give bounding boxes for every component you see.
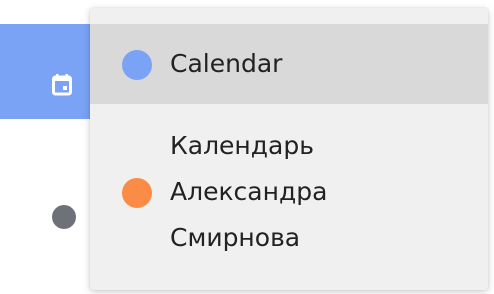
calendar-color-dot — [122, 178, 152, 208]
calendar-icon — [52, 74, 72, 96]
menu-item-label: Календарь Александра Смирнова — [170, 131, 328, 252]
menu-item-calendar[interactable]: Calendar — [90, 24, 488, 104]
menu-item-label: Calendar — [170, 49, 283, 78]
screen: Calendar Календарь Александра Смирнова — [0, 0, 494, 294]
sidebar-item-calendar-selected[interactable] — [0, 24, 90, 119]
sidebar-calendar-dot[interactable] — [52, 205, 76, 229]
calendar-color-dot — [122, 50, 152, 80]
calendar-menu: Calendar Календарь Александра Смирнова — [90, 8, 488, 290]
menu-item-smirnova-calendar[interactable]: Календарь Александра Смирнова — [90, 104, 488, 282]
